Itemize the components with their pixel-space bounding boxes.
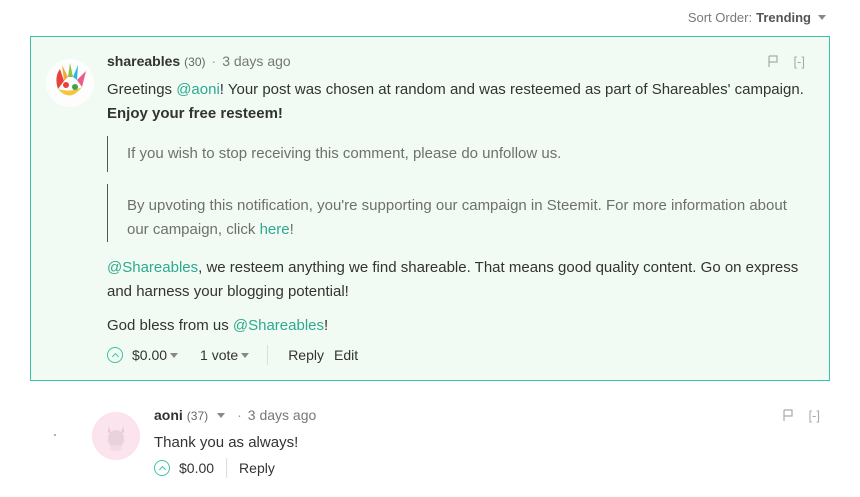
- collapse-toggle[interactable]: [-]: [808, 408, 820, 423]
- here-link[interactable]: here: [260, 221, 290, 238]
- comment-footer: $0.00 Reply: [154, 458, 275, 478]
- reply-button[interactable]: Reply: [239, 460, 275, 476]
- author-name[interactable]: aoni: [154, 407, 183, 423]
- mention-link[interactable]: @Shareables: [107, 259, 198, 276]
- paragraph-text-end: !: [324, 317, 329, 334]
- blockquote-unfollow: If you wish to stop receiving this comme…: [107, 136, 812, 172]
- edit-button[interactable]: Edit: [334, 347, 358, 363]
- comment-body: Greetings @aoni! Your post was chosen at…: [107, 78, 812, 338]
- comment-footer: $0.00 1 vote Reply Edit: [107, 345, 358, 365]
- chevron-down-icon[interactable]: [241, 352, 250, 358]
- bold-line: Enjoy your free resteem!: [107, 105, 283, 122]
- divider: [267, 345, 269, 365]
- separator-dot: ·: [237, 407, 242, 423]
- cat-avatar-image: [92, 412, 140, 460]
- divider: [226, 458, 228, 478]
- avatar[interactable]: [46, 59, 94, 107]
- sort-order-label: Sort Order:: [687, 10, 753, 25]
- flag-icon[interactable]: [782, 409, 794, 422]
- author-reputation: (30): [184, 55, 206, 69]
- vote-count[interactable]: 1 vote: [200, 347, 238, 363]
- flag-icon[interactable]: [767, 55, 779, 68]
- comment-aoni: aoni (37) · 3 days ago [-] Thank you as …: [30, 390, 830, 490]
- comment-tools: [-]: [767, 54, 805, 69]
- comment-timestamp[interactable]: 3 days ago: [222, 53, 291, 69]
- comment-body: Thank you as always!: [154, 434, 299, 451]
- greeting-text: Greetings: [107, 81, 177, 98]
- author-reputation: (37): [186, 409, 209, 423]
- comment-timestamp[interactable]: 3 days ago: [248, 407, 317, 423]
- quote-text: If you wish to stop receiving this comme…: [127, 145, 562, 162]
- reply-button[interactable]: Reply: [288, 347, 324, 363]
- collapse-toggle[interactable]: [-]: [793, 54, 805, 69]
- upvote-icon[interactable]: [107, 347, 123, 363]
- author-name[interactable]: shareables: [107, 53, 180, 69]
- greeting-paragraph: Greetings @aoni! Your post was chosen at…: [107, 78, 812, 126]
- thread-marker: [54, 434, 56, 436]
- mention-link[interactable]: @Shareables: [233, 317, 324, 334]
- mention-link[interactable]: @aoni: [176, 81, 220, 98]
- sort-order[interactable]: Sort Order: Trending: [688, 10, 826, 25]
- avatar[interactable]: [92, 412, 140, 460]
- payout-value[interactable]: $0.00: [179, 460, 214, 476]
- comment-header: aoni (37) · 3 days ago: [154, 407, 316, 423]
- chevron-down-icon[interactable]: [818, 15, 826, 20]
- chevron-down-icon[interactable]: [170, 352, 179, 358]
- greeting-text-rest: ! Your post was chosen at random and was…: [219, 81, 804, 98]
- upvote-icon[interactable]: [154, 460, 170, 476]
- payout-value[interactable]: $0.00: [132, 347, 167, 363]
- comment-tools: [-]: [782, 408, 820, 423]
- blockquote-campaign: By upvoting this notification, you're su…: [107, 184, 812, 242]
- comment-header: shareables (30) · 3 days ago: [107, 53, 291, 69]
- comment-shareables: shareables (30) · 3 days ago [-] Greetin…: [30, 36, 830, 381]
- quote-text-end: !: [289, 221, 294, 238]
- painted-hands-image: [46, 59, 94, 107]
- quote-text: By upvoting this notification, you're su…: [127, 197, 787, 238]
- resteem-paragraph: @Shareables, we resteem anything we find…: [107, 256, 812, 304]
- paragraph-text: , we resteem anything we find shareable.…: [107, 259, 799, 300]
- separator-dot: ·: [211, 53, 217, 69]
- chevron-down-icon[interactable]: [217, 412, 226, 418]
- paragraph-text: God bless from us: [107, 317, 233, 334]
- sort-order-value[interactable]: Trending: [756, 10, 811, 25]
- bless-paragraph: God bless from us @Shareables!: [107, 314, 812, 338]
